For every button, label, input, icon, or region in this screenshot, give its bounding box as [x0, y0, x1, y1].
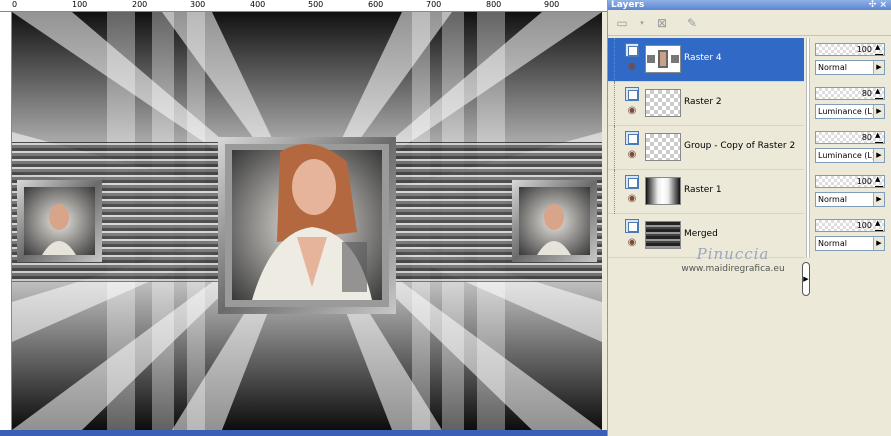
edit-icon[interactable]: ✎ — [682, 14, 702, 32]
opacity-value: 100 — [856, 177, 872, 186]
opacity-slider[interactable]: 100 — [815, 219, 885, 232]
horizontal-ruler: 0 100 200 300 400 500 600 700 800 900 — [0, 0, 607, 12]
opacity-value: 80 — [861, 89, 872, 98]
blend-mode-select[interactable]: Normal ▶ — [815, 60, 885, 75]
layer-row[interactable]: ◉ Raster 1 — [608, 170, 804, 214]
opacity-value: 80 — [861, 133, 872, 142]
canvas-artwork — [12, 12, 602, 430]
ruler-label: 300 — [190, 0, 206, 9]
blend-mode-select[interactable]: Normal ▶ — [815, 192, 885, 207]
canvas-bottom-bar — [0, 430, 607, 436]
delete-layer-icon[interactable]: ⊠ — [652, 14, 672, 32]
visibility-eye-icon[interactable]: ◉ — [625, 106, 639, 116]
raster-layer-icon — [625, 219, 639, 233]
left-frame — [17, 180, 102, 262]
vertical-ruler — [0, 12, 12, 430]
watermark-site: www.maidiregrafica.eu — [681, 264, 785, 274]
layer-tree-line — [614, 82, 622, 126]
layer-thumbnail — [645, 177, 681, 205]
layers-palette: Layers ✣ × ▭ ▾ ⊠ ✎ ◉ Raster 4 ◉ Raster 2… — [607, 0, 891, 436]
dropdown-arrow-icon[interactable]: ▶ — [873, 149, 884, 162]
layer-row[interactable]: ◉ Raster 2 — [608, 82, 804, 126]
layer-row[interactable]: ◉ Group - Copy of Raster 2 — [608, 126, 804, 170]
ruler-label: 700 — [426, 0, 442, 9]
opacity-slider[interactable]: 100 — [815, 175, 885, 188]
watermark-name: Pinuccia — [696, 245, 770, 263]
dropdown-arrow-icon[interactable]: ▶ — [873, 61, 884, 74]
layer-tree-line — [614, 170, 622, 214]
opacity-slider[interactable]: 80 — [815, 131, 885, 144]
palette-title: Layers — [611, 0, 645, 10]
visibility-eye-icon[interactable]: ◉ — [625, 194, 639, 204]
layer-thumbnail — [645, 133, 681, 161]
blend-mode-select[interactable]: Luminance (L) ▶ — [815, 148, 885, 163]
raster-layer-icon — [625, 87, 639, 101]
image-canvas[interactable] — [12, 12, 602, 430]
layer-tree-line — [614, 126, 622, 170]
app-window: 0 100 200 300 400 500 600 700 800 900 La… — [0, 0, 891, 436]
blend-mode-select[interactable]: Normal ▶ — [815, 236, 885, 251]
canvas-area: 0 100 200 300 400 500 600 700 800 900 — [0, 0, 607, 436]
layer-name[interactable]: Group - Copy of Raster 2 — [684, 141, 795, 151]
layer-name[interactable]: Raster 4 — [684, 53, 722, 63]
visibility-eye-icon[interactable]: ◉ — [625, 238, 639, 248]
blend-mode-value: Normal — [818, 63, 847, 72]
layer-thumbnail — [645, 45, 681, 73]
raster-layer-icon — [625, 175, 639, 189]
ruler-label: 600 — [368, 0, 384, 9]
watermark: Pinuccia www.maidiregrafica.eu — [658, 245, 808, 274]
palette-window-buttons[interactable]: ✣ × — [869, 0, 887, 10]
blend-mode-value: Luminance (L) — [818, 107, 876, 116]
ruler-label: 0 — [12, 0, 18, 9]
raster-layer-icon — [625, 43, 639, 57]
visibility-eye-icon[interactable]: ◉ — [625, 62, 639, 72]
center-frame — [218, 137, 396, 314]
layer-name[interactable]: Raster 1 — [684, 185, 722, 195]
slider-triangle-icon[interactable] — [875, 131, 883, 143]
opacity-value: 100 — [856, 45, 872, 54]
ruler-label: 400 — [250, 0, 266, 9]
layer-row[interactable]: ◉ Raster 4 — [608, 38, 804, 82]
layer-name[interactable]: Raster 2 — [684, 97, 722, 107]
dropdown-arrow-icon[interactable]: ▶ — [873, 105, 884, 118]
opacity-slider[interactable]: 100 — [815, 43, 885, 56]
new-layer-icon[interactable]: ▭ — [612, 14, 632, 32]
layer-prop-row: 100 Normal ▶ — [811, 38, 891, 82]
dropdown-arrow-icon[interactable]: ▶ — [873, 237, 884, 250]
opacity-slider[interactable]: 80 — [815, 87, 885, 100]
slider-triangle-icon[interactable] — [875, 87, 883, 99]
blend-mode-value: Luminance (L) — [818, 151, 876, 160]
layer-name[interactable]: Merged — [684, 229, 718, 239]
slider-triangle-icon[interactable] — [875, 175, 883, 187]
ruler-label: 800 — [486, 0, 502, 9]
layer-prop-row: 100 Normal ▶ — [811, 170, 891, 214]
layers-toolbar: ▭ ▾ ⊠ ✎ — [608, 10, 891, 36]
dropdown-arrow-icon[interactable]: ▾ — [632, 14, 652, 32]
layer-prop-row: 80 Luminance (L) ▶ — [811, 82, 891, 126]
ruler-label: 900 — [544, 0, 560, 9]
slider-triangle-icon[interactable] — [875, 219, 883, 231]
dropdown-arrow-icon[interactable]: ▶ — [873, 193, 884, 206]
layer-thumbnail — [645, 89, 681, 117]
ruler-label: 200 — [132, 0, 148, 9]
blend-mode-value: Normal — [818, 195, 847, 204]
right-frame — [512, 180, 597, 262]
blend-mode-value: Normal — [818, 239, 847, 248]
layer-tree-line — [614, 38, 622, 82]
layer-list: ◉ Raster 4 ◉ Raster 2 ◉ Group - Copy of … — [608, 38, 804, 258]
opacity-value: 100 — [856, 221, 872, 230]
visibility-eye-icon[interactable]: ◉ — [625, 150, 639, 160]
slider-triangle-icon[interactable] — [875, 43, 883, 55]
ruler-label: 100 — [72, 0, 88, 9]
blend-mode-select[interactable]: Luminance (L) ▶ — [815, 104, 885, 119]
layers-titlebar[interactable]: Layers ✣ × — [608, 0, 891, 10]
layer-prop-row: 80 Luminance (L) ▶ — [811, 126, 891, 170]
ruler-label: 500 — [308, 0, 324, 9]
layer-prop-row: 100 Normal ▶ — [811, 214, 891, 258]
panel-splitter[interactable] — [806, 38, 810, 258]
layer-properties: 100 Normal ▶ 80 Luminance (L) ▶ — [811, 38, 891, 258]
raster-layer-icon — [625, 131, 639, 145]
